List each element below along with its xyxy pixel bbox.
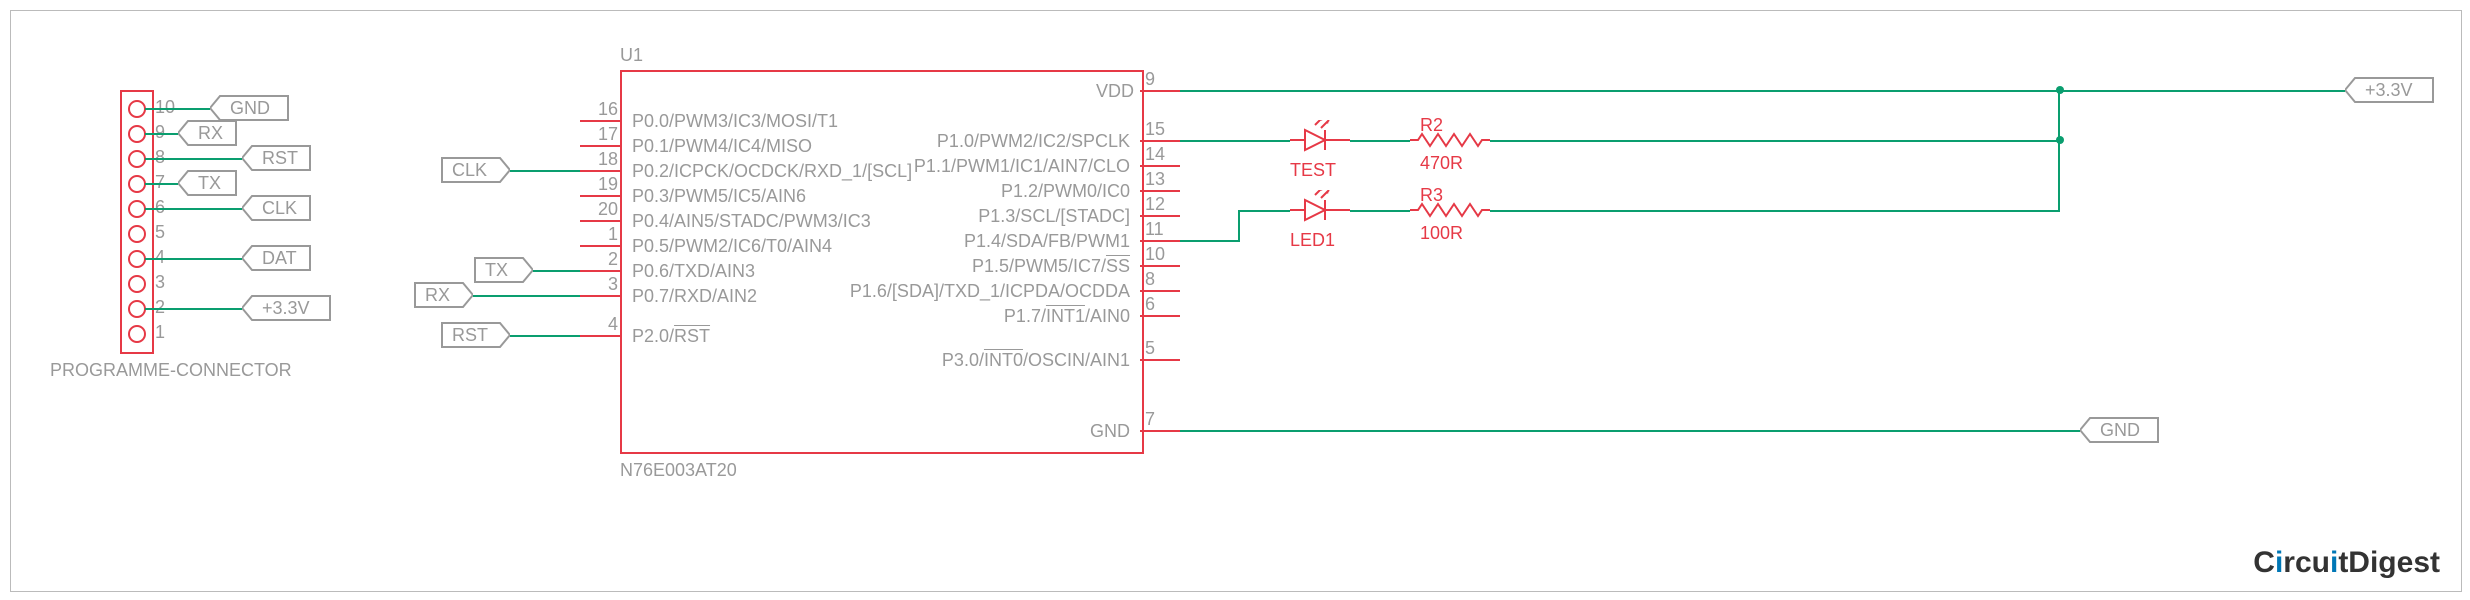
pin-number: 17 (598, 124, 618, 145)
net-label: +3.3V (262, 298, 310, 319)
pin-number: 10 (1145, 244, 1165, 265)
resistor-value: 100R (1420, 223, 1463, 244)
pin-name: P0.7/RXD/AIN2 (632, 286, 757, 307)
pin-name: P3.0/INT0/OSCIN/AIN1 (880, 350, 1130, 371)
led-test (1290, 120, 1350, 165)
pin-number: 12 (1145, 194, 1165, 215)
net-label: RX (198, 123, 223, 144)
connector-pin-3 (128, 275, 146, 293)
pin-number: 15 (1145, 119, 1165, 140)
pin-number: 9 (1145, 69, 1155, 90)
resistor-r2 (1410, 131, 1490, 154)
chip-part: N76E003AT20 (620, 460, 737, 481)
connector-pin-8 (128, 150, 146, 168)
pin-name: P0.1/PWM4/IC4/MISO (632, 136, 812, 157)
pin-number: 4 (608, 314, 618, 335)
net-label: RST (452, 325, 488, 346)
pin-name: P1.4/SDA/FB/PWM1 (880, 231, 1130, 252)
net-label: TX (485, 260, 508, 281)
pin-name: P1.5/PWM5/IC7/SS (880, 256, 1130, 277)
pin-number: 19 (598, 174, 618, 195)
connector-pin-num: 1 (155, 322, 165, 343)
brand-logo: CircuitDigest (2253, 546, 2440, 580)
pin-name: P1.6/[SDA]/TXD_1/ICPDA/OCDDA (830, 281, 1130, 302)
led-ref: LED1 (1290, 230, 1335, 251)
pin-number: 2 (608, 249, 618, 270)
net-label: GND (230, 98, 270, 119)
connector-pin-6 (128, 200, 146, 218)
net-label: +3.3V (2365, 80, 2413, 101)
pin-number: 8 (1145, 269, 1155, 290)
pin-name: GND (1086, 421, 1130, 442)
connector-pin-num: 5 (155, 222, 165, 243)
pin-number: 16 (598, 99, 618, 120)
connector-pin-7 (128, 175, 146, 193)
pin-name: P2.0/RST (632, 326, 710, 347)
connector-label: PROGRAMME-CONNECTOR (50, 360, 292, 381)
connector-pin-10 (128, 100, 146, 118)
pin-number: 13 (1145, 169, 1165, 190)
pin-name: P1.3/SCL/[STADC] (880, 206, 1130, 227)
led-led1 (1290, 190, 1350, 235)
pin-name: P0.4/AIN5/STADC/PWM3/IC3 (632, 211, 871, 232)
net-label: DAT (262, 248, 297, 269)
connector-pin-4 (128, 250, 146, 268)
led-ref: TEST (1290, 160, 1336, 181)
connector-pin-num: 3 (155, 272, 165, 293)
pin-name: P1.0/PWM2/IC2/SPCLK (880, 131, 1130, 152)
pin-number: 20 (598, 199, 618, 220)
pin-number: 18 (598, 149, 618, 170)
pin-number: 6 (1145, 294, 1155, 315)
pin-number: 5 (1145, 338, 1155, 359)
pin-number: 14 (1145, 144, 1165, 165)
net-label: RST (262, 148, 298, 169)
net-label: TX (198, 173, 221, 194)
connector-pin-2 (128, 300, 146, 318)
net-label: CLK (452, 160, 487, 181)
pin-name: P0.5/PWM2/IC6/T0/AIN4 (632, 236, 832, 257)
pin-name: P1.7/INT1/AIN0 (880, 306, 1130, 327)
pin-name: P1.1/PWM1/IC1/AIN7/CLO (880, 156, 1130, 177)
net-label: CLK (262, 198, 297, 219)
pin-number: 3 (608, 274, 618, 295)
connector-pin-9 (128, 125, 146, 143)
pin-number: 7 (1145, 409, 1155, 430)
resistor-r3 (1410, 201, 1490, 224)
pin-name: P1.2/PWM0/IC0 (880, 181, 1130, 202)
pin-name: P0.0/PWM3/IC3/MOSI/T1 (632, 111, 838, 132)
net-label: RX (425, 285, 450, 306)
pin-number: 1 (608, 224, 618, 245)
pin-name: P0.6/TXD/AIN3 (632, 261, 755, 282)
chip-ref: U1 (620, 45, 643, 66)
pin-name: VDD (1090, 81, 1134, 102)
net-label: GND (2100, 420, 2140, 441)
pin-name: P0.2/ICPCK/OCDCK/RXD_1/[SCL] (632, 161, 912, 182)
pin-name: P0.3/PWM5/IC5/AIN6 (632, 186, 806, 207)
resistor-value: 470R (1420, 153, 1463, 174)
pin-number: 11 (1145, 219, 1164, 240)
connector-pin-1 (128, 325, 146, 343)
connector-pin-5 (128, 225, 146, 243)
